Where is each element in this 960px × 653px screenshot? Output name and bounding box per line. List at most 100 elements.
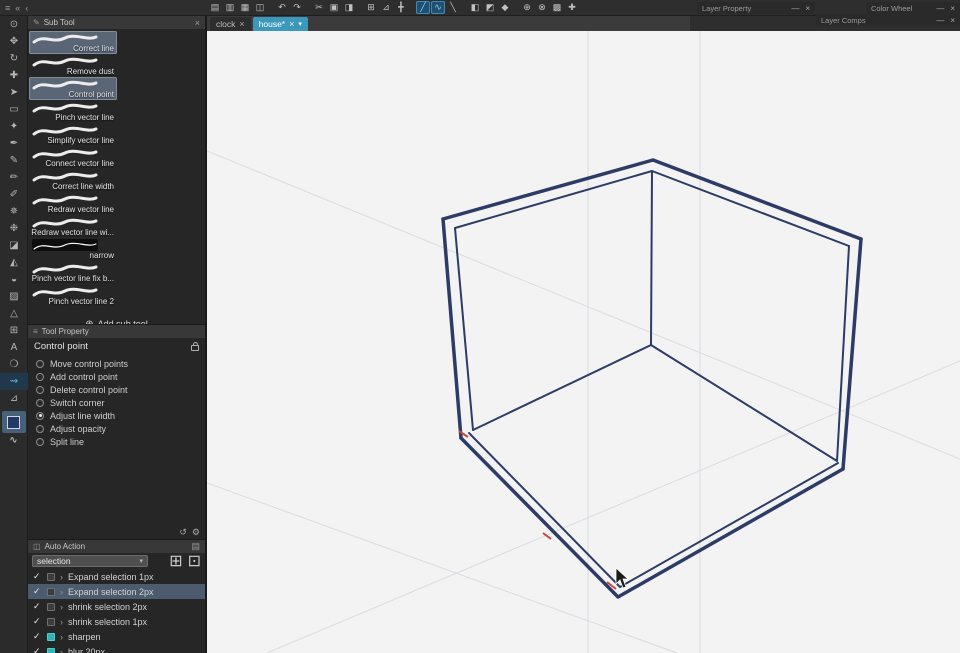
auto-action-row[interactable]: ✓ › sharpen xyxy=(28,629,205,644)
gradient-tool-icon[interactable]: ▨ xyxy=(0,288,28,305)
rotate-view-icon[interactable]: ↻ xyxy=(0,50,28,67)
decoration-tool-icon[interactable]: ❉ xyxy=(0,220,28,237)
add-action-icon[interactable]: ⊞ xyxy=(169,551,182,571)
expand-chevron-icon[interactable]: › xyxy=(60,632,63,642)
material-panel-icon[interactable]: ◧ xyxy=(468,1,482,14)
checkbox-checked-icon[interactable]: ✓ xyxy=(33,616,42,627)
snap-ruler-icon[interactable]: ⊿ xyxy=(379,1,393,14)
tool-property-option[interactable]: Delete control point xyxy=(28,383,205,396)
balloon-tool-icon[interactable]: ❍ xyxy=(0,356,28,373)
close-tab-icon[interactable]: × xyxy=(239,19,244,29)
radio-icon[interactable] xyxy=(36,372,44,381)
auto-action-row[interactable]: ✓ › Expand selection 2px xyxy=(28,584,205,599)
add-layer-icon[interactable]: ⊕ xyxy=(520,1,534,14)
subtool-item[interactable]: Redraw vector line wi... xyxy=(29,215,117,238)
snap-to-line-icon[interactable]: ╱ xyxy=(416,1,430,14)
open-file-icon[interactable]: ▥ xyxy=(223,1,237,14)
radio-icon[interactable] xyxy=(36,424,44,433)
expand-chevron-icon[interactable]: › xyxy=(60,617,63,627)
close-icon[interactable]: × xyxy=(950,4,955,13)
radio-icon[interactable] xyxy=(36,411,44,420)
paste-icon[interactable]: ◨ xyxy=(342,1,356,14)
subtool-item[interactable]: Connect vector line xyxy=(29,146,117,169)
subtool-item[interactable]: Pinch vector line 2 xyxy=(29,284,117,307)
auto-action-row[interactable]: ✓ › Expand selection 1px xyxy=(28,569,205,584)
layer-comps-panel-header[interactable]: Layer Comps — × xyxy=(816,14,960,26)
cut-icon[interactable]: ✂ xyxy=(312,1,326,14)
document-tab[interactable]: clock × ▾ xyxy=(210,17,251,31)
expand-chevron-icon[interactable]: › xyxy=(60,602,63,612)
subtool-item[interactable]: Remove dust xyxy=(29,54,117,77)
symmetry-line-icon[interactable]: ╲ xyxy=(446,1,460,14)
screen-tone-icon[interactable]: ▩ xyxy=(550,1,564,14)
add-subtool-button[interactable]: ⊕ Add sub tool xyxy=(28,313,205,325)
selection-tool-icon[interactable]: ▭ xyxy=(0,101,28,118)
subtool-item[interactable]: narrow xyxy=(29,238,117,261)
print-icon[interactable]: ◫ xyxy=(253,1,267,14)
main-color-swatch[interactable] xyxy=(7,415,20,429)
tool-property-option[interactable]: Move control points xyxy=(28,357,205,370)
subtool-item[interactable]: Pinch vector line xyxy=(29,100,117,123)
line-style-icon[interactable]: ∿ xyxy=(0,435,27,446)
auto-action-row[interactable]: ✓ › blur 20px xyxy=(28,644,205,653)
close-icon[interactable]: × xyxy=(950,16,955,25)
tab-menu-icon[interactable]: ▾ xyxy=(298,20,302,28)
eyedropper-tool-icon[interactable]: ✒ xyxy=(0,135,28,152)
copy-icon[interactable]: ▣ xyxy=(327,1,341,14)
drawing-canvas[interactable] xyxy=(206,31,960,653)
subtool-item[interactable]: Redraw vector line xyxy=(29,192,117,215)
checkbox-checked-icon[interactable]: ✓ xyxy=(33,586,42,597)
undo-icon[interactable]: ↶ xyxy=(275,1,289,14)
checkbox-checked-icon[interactable]: ✓ xyxy=(33,571,42,582)
auto-action-row[interactable]: ✓ › shrink selection 2px xyxy=(28,599,205,614)
current-color-cell[interactable] xyxy=(1,411,26,433)
subtool-item[interactable]: Pinch vector line fix b... xyxy=(29,261,117,284)
subtool-panel-header[interactable]: ✎ Sub Tool × xyxy=(28,16,205,29)
checkbox-checked-icon[interactable]: ✓ xyxy=(33,601,42,612)
tool-property-option[interactable]: Add control point xyxy=(28,370,205,383)
auto-action-row[interactable]: ✓ › shrink selection 1px xyxy=(28,614,205,629)
expand-chevron-icon[interactable]: › xyxy=(60,572,63,582)
save-icon[interactable]: ▦ xyxy=(238,1,252,14)
radio-icon[interactable] xyxy=(36,437,44,446)
minimize-icon[interactable]: — xyxy=(791,4,799,13)
color-wheel-panel-header[interactable]: Color Wheel — × xyxy=(866,2,960,14)
tool-property-option[interactable]: Split line xyxy=(28,435,205,448)
close-tab-icon[interactable]: × xyxy=(289,19,294,29)
snap-vanishing-point-icon[interactable]: ╋ xyxy=(394,1,408,14)
zoom-tool-icon[interactable]: ⊙ xyxy=(0,16,28,33)
text-tool-icon[interactable]: A xyxy=(0,339,28,356)
redo-icon[interactable]: ↷ xyxy=(290,1,304,14)
transform-icon[interactable]: ✚ xyxy=(565,1,579,14)
wrench-settings-icon[interactable]: ⚙ xyxy=(192,527,200,538)
blend-tool-icon[interactable]: ◭ xyxy=(0,254,28,271)
object-tool-icon[interactable]: ➤ xyxy=(0,84,28,101)
subtool-item[interactable]: Correct line width xyxy=(29,169,117,192)
radio-icon[interactable] xyxy=(36,398,44,407)
lock-icon[interactable] xyxy=(191,342,199,351)
airbrush-tool-icon[interactable]: ✵ xyxy=(0,203,28,220)
subtool-item[interactable]: Simplify vector line xyxy=(29,123,117,146)
brush-tool-icon[interactable]: ✐ xyxy=(0,186,28,203)
minimize-icon[interactable]: — xyxy=(936,4,944,13)
radio-icon[interactable] xyxy=(36,385,44,394)
line-correction-tool-icon[interactable]: ⇝ xyxy=(0,373,28,390)
expand-chevron-icon[interactable]: › xyxy=(60,587,63,597)
close-panel-icon[interactable]: × xyxy=(195,18,200,28)
move-layer-tool-icon[interactable]: ✚ xyxy=(0,67,28,84)
reset-tool-icon[interactable]: ↺ xyxy=(179,527,187,538)
snap-to-curve-icon[interactable]: ∿ xyxy=(431,1,445,14)
collapse-left-icon[interactable]: « xyxy=(15,3,20,13)
document-tab[interactable]: house* × ▾ xyxy=(252,17,308,31)
tool-property-option[interactable]: Adjust line width xyxy=(28,409,205,422)
fill-tool-icon[interactable]: ◒ xyxy=(0,271,28,288)
grid-icon[interactable]: ⊞ xyxy=(364,1,378,14)
auto-select-tool-icon[interactable]: ✦ xyxy=(0,118,28,135)
new-file-icon[interactable]: ▤ xyxy=(208,1,222,14)
frame-border-tool-icon[interactable]: ⊞ xyxy=(0,322,28,339)
app-menu-icon[interactable]: ≡ xyxy=(5,3,10,13)
expand-chevron-icon[interactable]: › xyxy=(60,647,63,653)
merge-layer-icon[interactable]: ⊗ xyxy=(535,1,549,14)
action-set-dropdown[interactable]: selection ▾ xyxy=(32,555,148,567)
radio-icon[interactable] xyxy=(36,359,44,368)
